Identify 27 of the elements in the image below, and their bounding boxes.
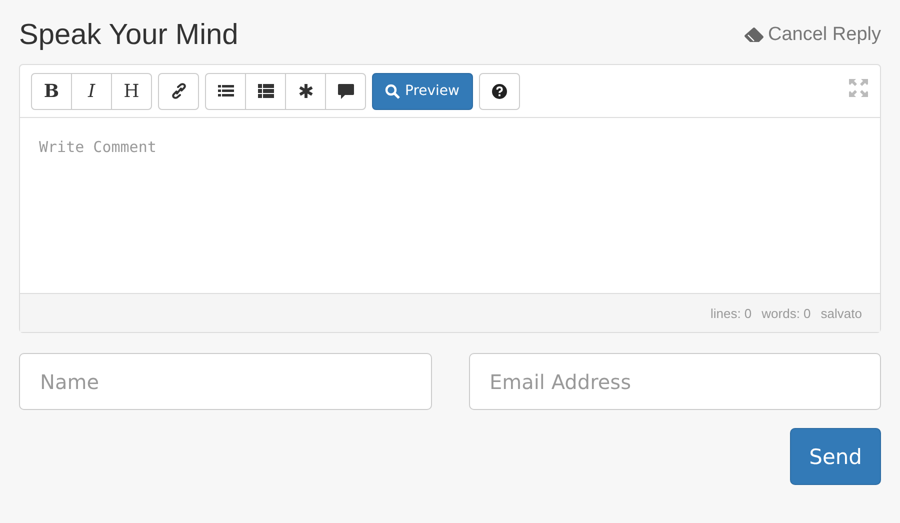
bullet-list-button[interactable] bbox=[205, 72, 246, 110]
list-icon bbox=[218, 84, 234, 98]
comment-icon bbox=[338, 84, 354, 98]
email-field[interactable]: Email Address bbox=[468, 353, 881, 410]
bold-button[interactable]: B bbox=[31, 72, 72, 110]
help-icon bbox=[492, 84, 506, 98]
comment-button[interactable] bbox=[325, 72, 366, 110]
status-text: words: 0 bbox=[762, 306, 811, 320]
section-heading: Speak Your Mind bbox=[19, 18, 238, 52]
status-text: lines: 0 bbox=[710, 306, 752, 320]
preview-button[interactable]: Preview bbox=[372, 72, 472, 110]
help-button[interactable] bbox=[478, 72, 520, 110]
list-icon bbox=[258, 84, 274, 98]
cancel-reply-link[interactable]: Cancel Reply bbox=[744, 24, 881, 46]
name-field[interactable]: Name bbox=[19, 353, 432, 410]
italic-button[interactable]: I bbox=[71, 72, 112, 110]
link-button[interactable] bbox=[158, 72, 199, 110]
link-icon bbox=[172, 83, 186, 99]
comment-editor[interactable]: B I H Preview Write Comment lines: 0 words: 0 salvato bbox=[19, 64, 881, 333]
heading-button[interactable]: H bbox=[111, 72, 152, 110]
eraser-icon bbox=[744, 27, 764, 43]
numbered-list-button[interactable] bbox=[245, 72, 286, 110]
status-text: salvato bbox=[820, 306, 862, 320]
asterisk-button[interactable] bbox=[285, 72, 326, 110]
send-button[interactable]: Send bbox=[790, 428, 881, 485]
asterisk-icon bbox=[298, 84, 312, 98]
search-icon bbox=[385, 84, 400, 98]
